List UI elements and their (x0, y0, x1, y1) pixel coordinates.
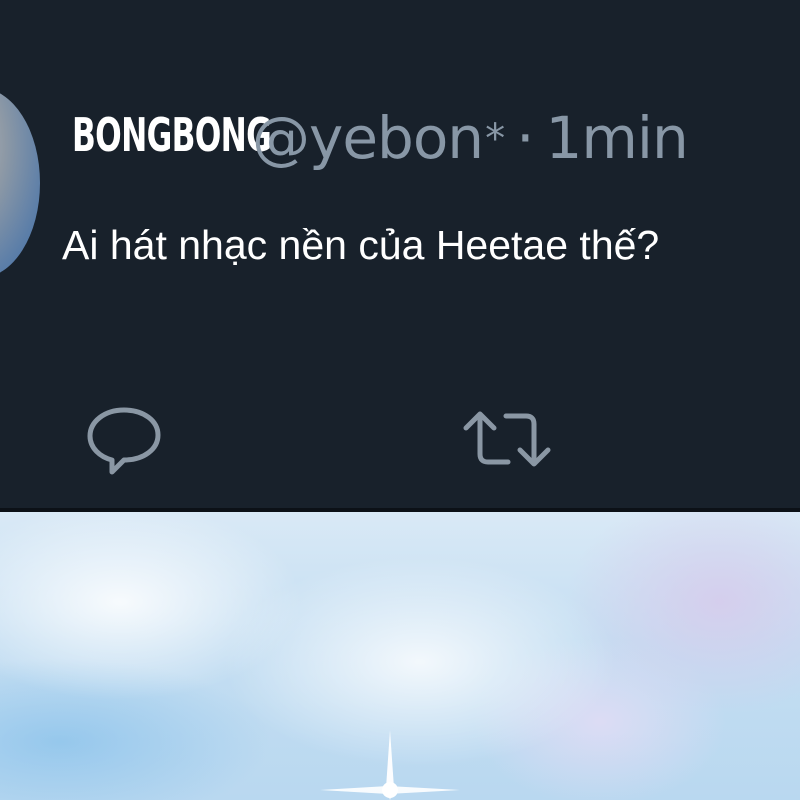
sparkle-icon (320, 730, 460, 800)
handle-mark: * (485, 116, 505, 162)
retweet-button[interactable] (462, 402, 551, 476)
handle[interactable]: @yebon (252, 104, 484, 172)
tweet-text: Ai hát nhạc nền của Heetae thế? (62, 222, 660, 268)
display-name[interactable]: BONGBONG (72, 108, 272, 162)
webtoon-panel: BONGBONG @yebon* · 1min Ai hát nhạc nền củ… (0, 0, 800, 800)
reply-button[interactable] (84, 402, 164, 476)
meta-separator: · (516, 104, 534, 172)
avatar[interactable] (0, 88, 40, 278)
tweet-meta: @yebon* · 1min (252, 104, 689, 172)
tweet-card[interactable]: BONGBONG @yebon* · 1min Ai hát nhạc nền củ… (0, 0, 800, 512)
reply-icon (87, 407, 161, 475)
timestamp[interactable]: 1min (546, 104, 689, 172)
retweet-icon (463, 411, 551, 467)
